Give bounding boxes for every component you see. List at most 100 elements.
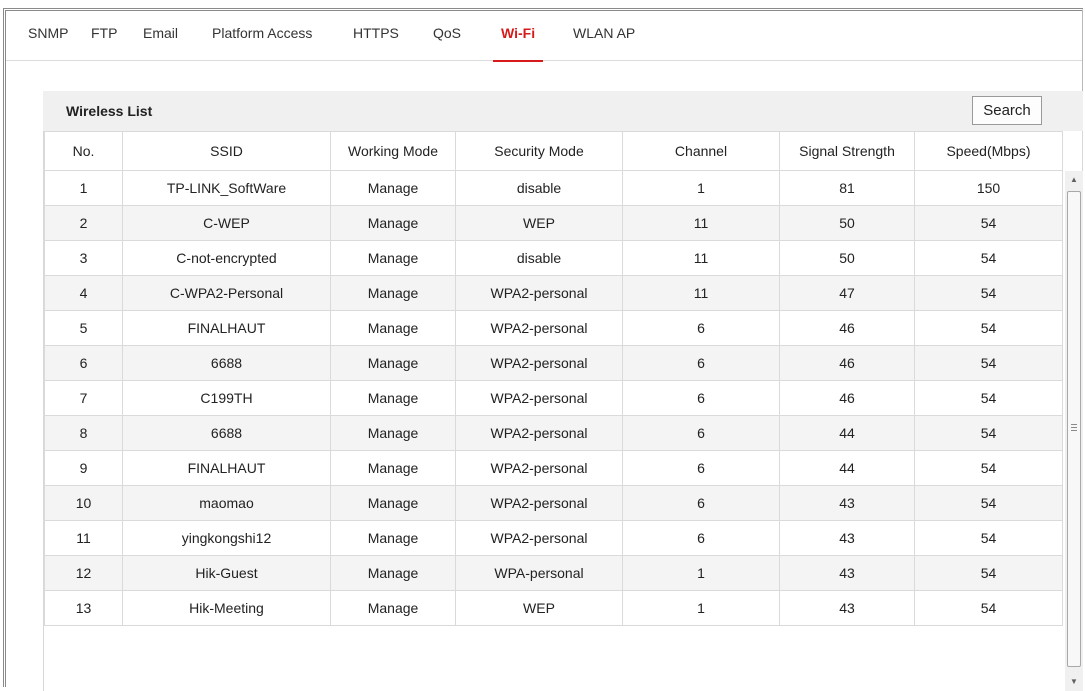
table-row[interactable]: 10 maomao Manage WPA2-personal 6 43 54	[44, 485, 1063, 521]
table-row[interactable]: 1 TP-LINK_SoftWare Manage disable 1 81 150	[44, 170, 1063, 206]
cell-speed: 54	[914, 345, 1063, 381]
cell-channel: 6	[622, 415, 780, 451]
cell-signal-strength: 47	[779, 275, 915, 311]
tab-platform-access[interactable]: Platform Access	[212, 25, 312, 61]
column-header-speed[interactable]: Speed(Mbps)	[914, 131, 1063, 171]
cell-ssid: Hik-Meeting	[122, 590, 331, 626]
cell-no: 13	[44, 590, 123, 626]
cell-ssid: C199TH	[122, 380, 331, 416]
cell-security-mode: WPA-personal	[455, 555, 623, 591]
cell-no: 12	[44, 555, 123, 591]
cell-signal-strength: 43	[779, 485, 915, 521]
cell-security-mode: WPA2-personal	[455, 345, 623, 381]
cell-security-mode: WPA2-personal	[455, 415, 623, 451]
tab-bar: SNMP FTP Email Platform Access HTTPS QoS…	[6, 11, 1082, 62]
cell-speed: 54	[914, 310, 1063, 346]
cell-working-mode: Manage	[330, 555, 456, 591]
table-row[interactable]: 6 6688 Manage WPA2-personal 6 46 54	[44, 345, 1063, 381]
cell-signal-strength: 46	[779, 345, 915, 381]
wireless-table: No. SSID Working Mode Security Mode Chan…	[44, 131, 1063, 626]
wireless-table-container: No. SSID Working Mode Security Mode Chan…	[43, 131, 1083, 691]
arrow-up-icon[interactable]: ▲	[1065, 171, 1083, 189]
cell-signal-strength: 43	[779, 555, 915, 591]
cell-security-mode: WPA2-personal	[455, 520, 623, 556]
tab-ftp[interactable]: FTP	[91, 25, 117, 61]
cell-ssid: maomao	[122, 485, 331, 521]
cell-working-mode: Manage	[330, 450, 456, 486]
cell-working-mode: Manage	[330, 485, 456, 521]
cell-signal-strength: 43	[779, 590, 915, 626]
cell-working-mode: Manage	[330, 170, 456, 206]
cell-speed: 54	[914, 555, 1063, 591]
cell-channel: 11	[622, 205, 780, 241]
tab-wifi[interactable]: Wi-Fi	[492, 25, 544, 62]
table-row[interactable]: 13 Hik-Meeting Manage WEP 1 43 54	[44, 590, 1063, 626]
cell-working-mode: Manage	[330, 275, 456, 311]
cell-speed: 54	[914, 450, 1063, 486]
cell-no: 3	[44, 240, 123, 276]
table-row[interactable]: 12 Hik-Guest Manage WPA-personal 1 43 54	[44, 555, 1063, 591]
tab-qos[interactable]: QoS	[433, 25, 461, 61]
cell-ssid: FINALHAUT	[122, 310, 331, 346]
cell-channel: 1	[622, 555, 780, 591]
cell-security-mode: disable	[455, 170, 623, 206]
column-header-ssid[interactable]: SSID	[122, 131, 331, 171]
cell-channel: 6	[622, 380, 780, 416]
cell-speed: 54	[914, 415, 1063, 451]
cell-ssid: 6688	[122, 345, 331, 381]
cell-ssid: C-WEP	[122, 205, 331, 241]
scrollbar-thumb[interactable]	[1067, 191, 1081, 667]
tab-snmp[interactable]: SNMP	[28, 25, 68, 61]
table-row[interactable]: 4 C-WPA2-Personal Manage WPA2-personal 11 47 5…	[44, 275, 1063, 311]
wireless-table-body: 1 TP-LINK_SoftWare Manage disable 1 81 150 2 C-W…	[44, 170, 1063, 626]
cell-channel: 11	[622, 275, 780, 311]
column-header-channel[interactable]: Channel	[622, 131, 780, 171]
column-header-signal-strength[interactable]: Signal Strength	[779, 131, 915, 171]
column-header-working-mode[interactable]: Working Mode	[330, 131, 456, 171]
cell-security-mode: WEP	[455, 205, 623, 241]
cell-channel: 6	[622, 310, 780, 346]
table-row[interactable]: 8 6688 Manage WPA2-personal 6 44 54	[44, 415, 1063, 451]
cell-channel: 6	[622, 345, 780, 381]
tab-email[interactable]: Email	[143, 25, 178, 61]
cell-channel: 1	[622, 590, 780, 626]
cell-security-mode: WPA2-personal	[455, 380, 623, 416]
table-row[interactable]: 7 C199TH Manage WPA2-personal 6 46 54	[44, 380, 1063, 416]
cell-signal-strength: 50	[779, 240, 915, 276]
cell-no: 11	[44, 520, 123, 556]
cell-speed: 54	[914, 205, 1063, 241]
cell-working-mode: Manage	[330, 345, 456, 381]
arrow-down-icon[interactable]: ▼	[1065, 673, 1083, 691]
table-header-row: No. SSID Working Mode Security Mode Chan…	[44, 131, 1063, 171]
cell-channel: 6	[622, 450, 780, 486]
cell-no: 2	[44, 205, 123, 241]
table-row[interactable]: 9 FINALHAUT Manage WPA2-personal 6 44 54	[44, 450, 1063, 486]
search-button[interactable]: Search	[972, 96, 1042, 125]
wireless-list-panel: Wireless List Search No. SSID Working Mo…	[43, 91, 1083, 691]
table-row[interactable]: 5 FINALHAUT Manage WPA2-personal 6 46 54	[44, 310, 1063, 346]
cell-ssid: FINALHAUT	[122, 450, 331, 486]
tab-https[interactable]: HTTPS	[353, 25, 399, 61]
table-row[interactable]: 11 yingkongshi12 Manage WPA2-personal 6 43 54	[44, 520, 1063, 556]
cell-no: 4	[44, 275, 123, 311]
cell-speed: 150	[914, 170, 1063, 206]
table-row[interactable]: 2 C-WEP Manage WEP 11 50 54	[44, 205, 1063, 241]
cell-security-mode: disable	[455, 240, 623, 276]
cell-no: 7	[44, 380, 123, 416]
cell-speed: 54	[914, 380, 1063, 416]
cell-speed: 54	[914, 240, 1063, 276]
cell-channel: 6	[622, 520, 780, 556]
cell-signal-strength: 44	[779, 450, 915, 486]
cell-signal-strength: 46	[779, 310, 915, 346]
tab-wlan-ap[interactable]: WLAN AP	[573, 25, 635, 61]
column-header-no[interactable]: No.	[44, 131, 123, 171]
column-header-security-mode[interactable]: Security Mode	[455, 131, 623, 171]
cell-ssid: Hik-Guest	[122, 555, 331, 591]
cell-signal-strength: 81	[779, 170, 915, 206]
table-row[interactable]: 3 C-not-encrypted Manage disable 11 50 54	[44, 240, 1063, 276]
cell-working-mode: Manage	[330, 590, 456, 626]
cell-security-mode: WPA2-personal	[455, 450, 623, 486]
cell-signal-strength: 46	[779, 380, 915, 416]
cell-channel: 6	[622, 485, 780, 521]
table-scrollbar[interactable]: ▲ ▼	[1065, 171, 1083, 691]
